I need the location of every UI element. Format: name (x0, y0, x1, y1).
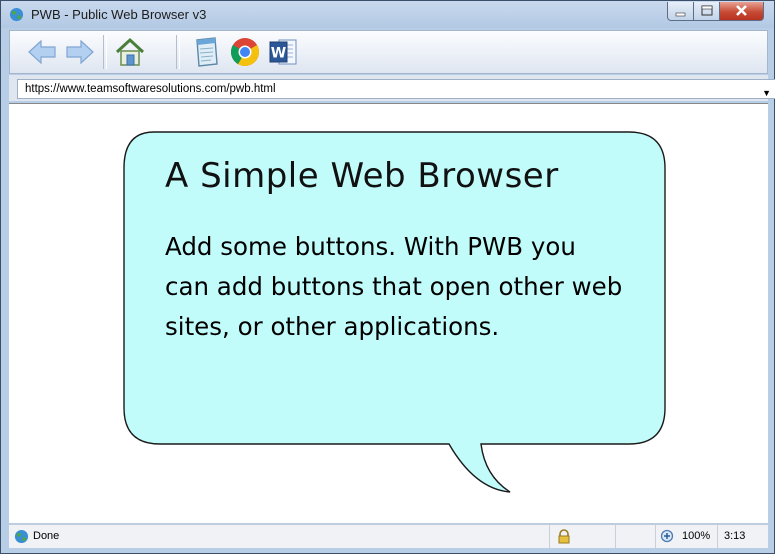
home-button[interactable] (112, 34, 148, 70)
globe-status-icon (14, 529, 29, 544)
address-input[interactable]: https://www.teamsoftwaresolutions.com/pw… (17, 79, 775, 99)
clock-time: 3:13 (724, 530, 746, 542)
toolbar-separator (176, 35, 180, 69)
url-text: https://www.teamsoftwaresolutions.com/pw… (25, 83, 276, 95)
chrome-button[interactable] (227, 34, 263, 70)
toolbar-separator (103, 35, 107, 69)
page-heading: A Simple Web Browser (165, 156, 559, 196)
lock-icon (558, 529, 570, 544)
zoom-icon (660, 529, 674, 543)
notepad-button[interactable] (188, 34, 224, 70)
zoom-level: 100% (682, 530, 711, 542)
forward-arrow-icon (66, 39, 94, 65)
forward-button[interactable] (62, 34, 98, 70)
maximize-icon (701, 5, 713, 16)
toolbar: W (9, 30, 768, 74)
browser-window: PWB - Public Web Browser v3 W https://ww… (0, 0, 775, 554)
title-bar[interactable]: PWB - Public Web Browser v3 (1, 1, 774, 28)
notepad-icon (196, 37, 218, 67)
chrome-icon (231, 38, 259, 66)
back-button[interactable] (24, 34, 60, 70)
close-icon (736, 5, 747, 16)
zoom-control[interactable]: 100% (655, 525, 717, 548)
clock-cell: 3:13 (717, 525, 768, 548)
status-bar: Done 100% 3:13 (9, 524, 768, 548)
status-empty-cell (615, 525, 655, 548)
security-cell[interactable] (549, 525, 615, 548)
home-icon (115, 37, 145, 66)
window-title: PWB - Public Web Browser v3 (31, 7, 207, 22)
minimize-icon (675, 12, 686, 17)
maximize-button[interactable] (693, 2, 720, 21)
word-icon: W (269, 39, 297, 65)
page-content: A Simple Web Browser Add some buttons. W… (9, 103, 768, 523)
page-body-text: Add some buttons. With PWB you can add b… (165, 232, 623, 341)
address-dropdown-arrow-icon[interactable]: ▼ (762, 84, 771, 102)
back-arrow-icon (28, 39, 56, 65)
status-text: Done (33, 530, 60, 542)
word-button[interactable]: W (265, 34, 301, 70)
minimize-button[interactable] (667, 2, 694, 21)
close-button[interactable] (719, 2, 764, 21)
word-icon-letter: W (271, 46, 286, 62)
globe-app-icon (9, 7, 24, 22)
address-bar: https://www.teamsoftwaresolutions.com/pw… (9, 75, 775, 101)
